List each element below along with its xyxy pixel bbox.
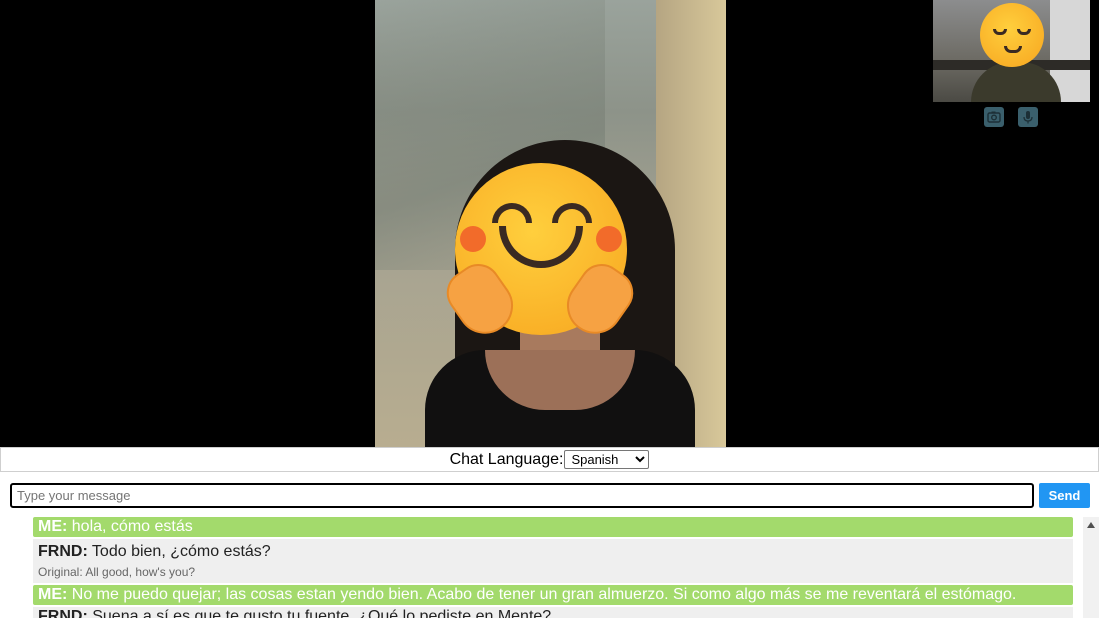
microphone-icon (1023, 111, 1033, 124)
chat-language-label: Chat Language: (449, 450, 564, 468)
message-sender: FRND: (38, 608, 88, 618)
message-text: hola, cómo estás (71, 518, 193, 535)
message-text: Todo bien, ¿cómo estás? (91, 543, 271, 560)
message-sender: ME: (38, 586, 68, 603)
message-text: No me puedo quejar; las cosas estan yend… (71, 586, 1017, 603)
video-area (0, 0, 1099, 447)
message-item: ME: No me puedo quejar; las cosas estan … (33, 585, 1073, 605)
camera-icon (987, 111, 1001, 123)
message-original-text: Original: All good, how's you? (38, 565, 196, 579)
message-input[interactable] (10, 483, 1034, 508)
send-button[interactable]: Send (1039, 483, 1090, 508)
emoji-left-cheek (460, 226, 486, 252)
language-bar: Chat Language: Spanish (0, 447, 1099, 472)
self-video (933, 0, 1090, 102)
remote-video (375, 0, 726, 447)
scroll-up-arrow-icon[interactable] (1087, 522, 1095, 528)
chat-language-select[interactable]: Spanish (564, 450, 650, 469)
message-list: ME: hola, cómo estás FRND: Todo bien, ¿c… (33, 517, 1073, 618)
camera-toggle-button[interactable] (984, 107, 1004, 127)
self-emoji-face (980, 3, 1044, 67)
message-item: FRND: Suena a sí es que te gusto tu fuen… (33, 607, 1073, 618)
message-text: Suena a sí es que te gusto tu fuente. ¿Q… (92, 608, 552, 618)
message-sender: FRND: (38, 543, 88, 560)
message-scrollbar[interactable] (1083, 517, 1099, 618)
message-item: ME: hola, cómo estás (33, 517, 1073, 537)
emoji-right-cheek (596, 226, 622, 252)
message-sender: ME: (38, 518, 68, 535)
message-item: FRND: Todo bien, ¿cómo estás? Original: … (33, 539, 1073, 583)
self-controls (984, 107, 1054, 129)
microphone-toggle-button[interactable] (1018, 107, 1038, 127)
